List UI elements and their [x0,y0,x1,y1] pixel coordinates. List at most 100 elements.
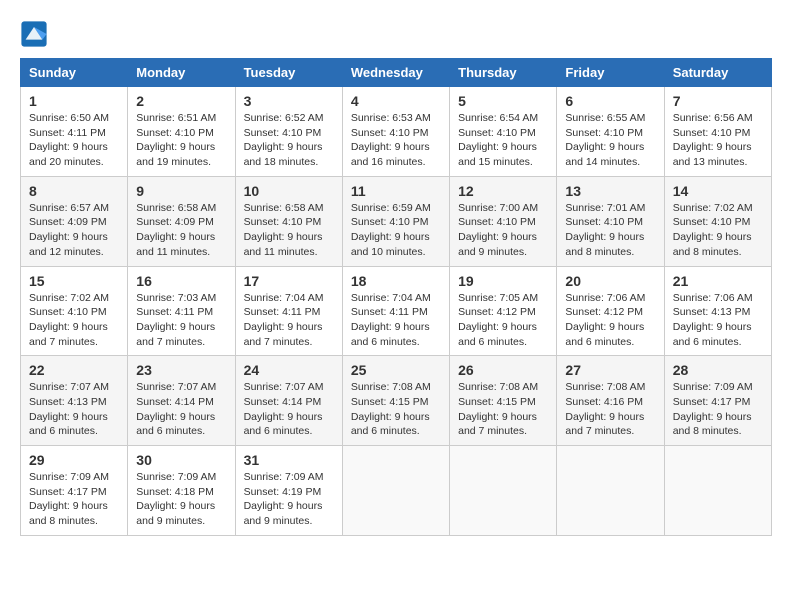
calendar-week-row: 15 Sunrise: 7:02 AMSunset: 4:10 PMDayligh… [21,266,772,356]
day-info: Sunrise: 7:01 AMSunset: 4:10 PMDaylight:… [565,201,655,260]
calendar-cell: 31 Sunrise: 7:09 AMSunset: 4:19 PMDayligh… [235,446,342,536]
calendar-cell: 15 Sunrise: 7:02 AMSunset: 4:10 PMDayligh… [21,266,128,356]
calendar-cell [557,446,664,536]
calendar-cell: 4 Sunrise: 6:53 AMSunset: 4:10 PMDaylight… [342,87,449,177]
day-info: Sunrise: 7:09 AMSunset: 4:17 PMDaylight:… [29,470,119,529]
calendar-cell: 20Sunrise: 7:06 AMSunset: 4:12 PMDayligh… [557,266,664,356]
day-info: Sunrise: 7:02 AMSunset: 4:10 PMDaylight:… [29,291,119,350]
day-number: 6 [565,93,655,109]
day-number: 27 [565,362,655,378]
day-info: Sunrise: 6:56 AMSunset: 4:10 PMDaylight:… [673,111,763,170]
calendar-cell: 6 Sunrise: 6:55 AMSunset: 4:10 PMDaylight… [557,87,664,177]
column-header-tuesday: Tuesday [235,59,342,87]
calendar-cell: 8 Sunrise: 6:57 AMSunset: 4:09 PMDaylight… [21,176,128,266]
day-info: Sunrise: 7:06 AMSunset: 4:12 PMDaylight:… [565,291,655,350]
day-number: 26 [458,362,548,378]
calendar-cell: 7Sunrise: 6:56 AMSunset: 4:10 PMDaylight… [664,87,771,177]
day-info: Sunrise: 7:09 AMSunset: 4:17 PMDaylight:… [673,380,763,439]
column-header-friday: Friday [557,59,664,87]
calendar-header-row: SundayMondayTuesdayWednesdayThursdayFrid… [21,59,772,87]
day-number: 16 [136,273,226,289]
day-number: 3 [244,93,334,109]
calendar-cell: 30 Sunrise: 7:09 AMSunset: 4:18 PMDayligh… [128,446,235,536]
day-info: Sunrise: 7:05 AMSunset: 4:12 PMDaylight:… [458,291,548,350]
day-number: 29 [29,452,119,468]
day-info: Sunrise: 7:08 AMSunset: 4:15 PMDaylight:… [351,380,441,439]
day-info: Sunrise: 7:07 AMSunset: 4:13 PMDaylight:… [29,380,119,439]
day-number: 17 [244,273,334,289]
calendar-cell: 24 Sunrise: 7:07 AMSunset: 4:14 PMDayligh… [235,356,342,446]
day-number: 31 [244,452,334,468]
day-info: Sunrise: 7:08 AMSunset: 4:15 PMDaylight:… [458,380,548,439]
calendar-cell: 29 Sunrise: 7:09 AMSunset: 4:17 PMDayligh… [21,446,128,536]
day-info: Sunrise: 6:50 AMSunset: 4:11 PMDaylight:… [29,111,119,170]
day-number: 22 [29,362,119,378]
day-number: 25 [351,362,441,378]
calendar-cell: 5Sunrise: 6:54 AMSunset: 4:10 PMDaylight… [450,87,557,177]
day-info: Sunrise: 7:08 AMSunset: 4:16 PMDaylight:… [565,380,655,439]
day-info: Sunrise: 7:03 AMSunset: 4:11 PMDaylight:… [136,291,226,350]
column-header-monday: Monday [128,59,235,87]
day-info: Sunrise: 6:59 AMSunset: 4:10 PMDaylight:… [351,201,441,260]
day-number: 15 [29,273,119,289]
logo-icon [20,20,48,48]
calendar-cell: 12 Sunrise: 7:00 AMSunset: 4:10 PMDayligh… [450,176,557,266]
calendar-week-row: 8 Sunrise: 6:57 AMSunset: 4:09 PMDaylight… [21,176,772,266]
day-number: 10 [244,183,334,199]
day-info: Sunrise: 6:57 AMSunset: 4:09 PMDaylight:… [29,201,119,260]
day-info: Sunrise: 6:53 AMSunset: 4:10 PMDaylight:… [351,111,441,170]
day-info: Sunrise: 7:09 AMSunset: 4:18 PMDaylight:… [136,470,226,529]
calendar-cell [342,446,449,536]
column-header-saturday: Saturday [664,59,771,87]
day-info: Sunrise: 7:06 AMSunset: 4:13 PMDaylight:… [673,291,763,350]
day-info: Sunrise: 6:51 AMSunset: 4:10 PMDaylight:… [136,111,226,170]
day-number: 14 [673,183,763,199]
day-info: Sunrise: 6:54 AMSunset: 4:10 PMDaylight:… [458,111,548,170]
day-number: 12 [458,183,548,199]
day-number: 30 [136,452,226,468]
calendar-cell: 10 Sunrise: 6:58 AMSunset: 4:10 PMDayligh… [235,176,342,266]
calendar-cell: 1Sunrise: 6:50 AMSunset: 4:11 PMDaylight… [21,87,128,177]
calendar-cell: 13Sunrise: 7:01 AMSunset: 4:10 PMDayligh… [557,176,664,266]
calendar-cell: 18Sunrise: 7:04 AMSunset: 4:11 PMDayligh… [342,266,449,356]
calendar-cell: 3 Sunrise: 6:52 AMSunset: 4:10 PMDaylight… [235,87,342,177]
calendar-cell: 9Sunrise: 6:58 AMSunset: 4:09 PMDaylight… [128,176,235,266]
page-header [20,20,772,48]
day-number: 2 [136,93,226,109]
day-number: 4 [351,93,441,109]
day-number: 11 [351,183,441,199]
day-info: Sunrise: 7:04 AMSunset: 4:11 PMDaylight:… [351,291,441,350]
day-info: Sunrise: 7:09 AMSunset: 4:19 PMDaylight:… [244,470,334,529]
day-info: Sunrise: 7:07 AMSunset: 4:14 PMDaylight:… [244,380,334,439]
day-info: Sunrise: 7:00 AMSunset: 4:10 PMDaylight:… [458,201,548,260]
calendar-week-row: 22 Sunrise: 7:07 AMSunset: 4:13 PMDayligh… [21,356,772,446]
calendar-cell: 28 Sunrise: 7:09 AMSunset: 4:17 PMDayligh… [664,356,771,446]
column-header-thursday: Thursday [450,59,557,87]
day-info: Sunrise: 6:58 AMSunset: 4:10 PMDaylight:… [244,201,334,260]
calendar-cell: 25 Sunrise: 7:08 AMSunset: 4:15 PMDayligh… [342,356,449,446]
day-info: Sunrise: 6:52 AMSunset: 4:10 PMDaylight:… [244,111,334,170]
calendar-table: SundayMondayTuesdayWednesdayThursdayFrid… [20,58,772,536]
calendar-cell: 17Sunrise: 7:04 AMSunset: 4:11 PMDayligh… [235,266,342,356]
day-info: Sunrise: 6:55 AMSunset: 4:10 PMDaylight:… [565,111,655,170]
day-info: Sunrise: 6:58 AMSunset: 4:09 PMDaylight:… [136,201,226,260]
calendar-cell: 23 Sunrise: 7:07 AMSunset: 4:14 PMDayligh… [128,356,235,446]
calendar-week-row: 29 Sunrise: 7:09 AMSunset: 4:17 PMDayligh… [21,446,772,536]
calendar-cell: 2 Sunrise: 6:51 AMSunset: 4:10 PMDaylight… [128,87,235,177]
calendar-cell: 19 Sunrise: 7:05 AMSunset: 4:12 PMDayligh… [450,266,557,356]
day-number: 28 [673,362,763,378]
day-number: 21 [673,273,763,289]
calendar-cell: 11 Sunrise: 6:59 AMSunset: 4:10 PMDayligh… [342,176,449,266]
day-number: 8 [29,183,119,199]
day-info: Sunrise: 7:07 AMSunset: 4:14 PMDaylight:… [136,380,226,439]
day-number: 24 [244,362,334,378]
calendar-week-row: 1Sunrise: 6:50 AMSunset: 4:11 PMDaylight… [21,87,772,177]
calendar-cell: 27 Sunrise: 7:08 AMSunset: 4:16 PMDayligh… [557,356,664,446]
day-number: 23 [136,362,226,378]
calendar-cell [664,446,771,536]
day-number: 19 [458,273,548,289]
day-info: Sunrise: 7:02 AMSunset: 4:10 PMDaylight:… [673,201,763,260]
logo [20,20,52,48]
calendar-cell: 14 Sunrise: 7:02 AMSunset: 4:10 PMDayligh… [664,176,771,266]
calendar-cell: 22 Sunrise: 7:07 AMSunset: 4:13 PMDayligh… [21,356,128,446]
